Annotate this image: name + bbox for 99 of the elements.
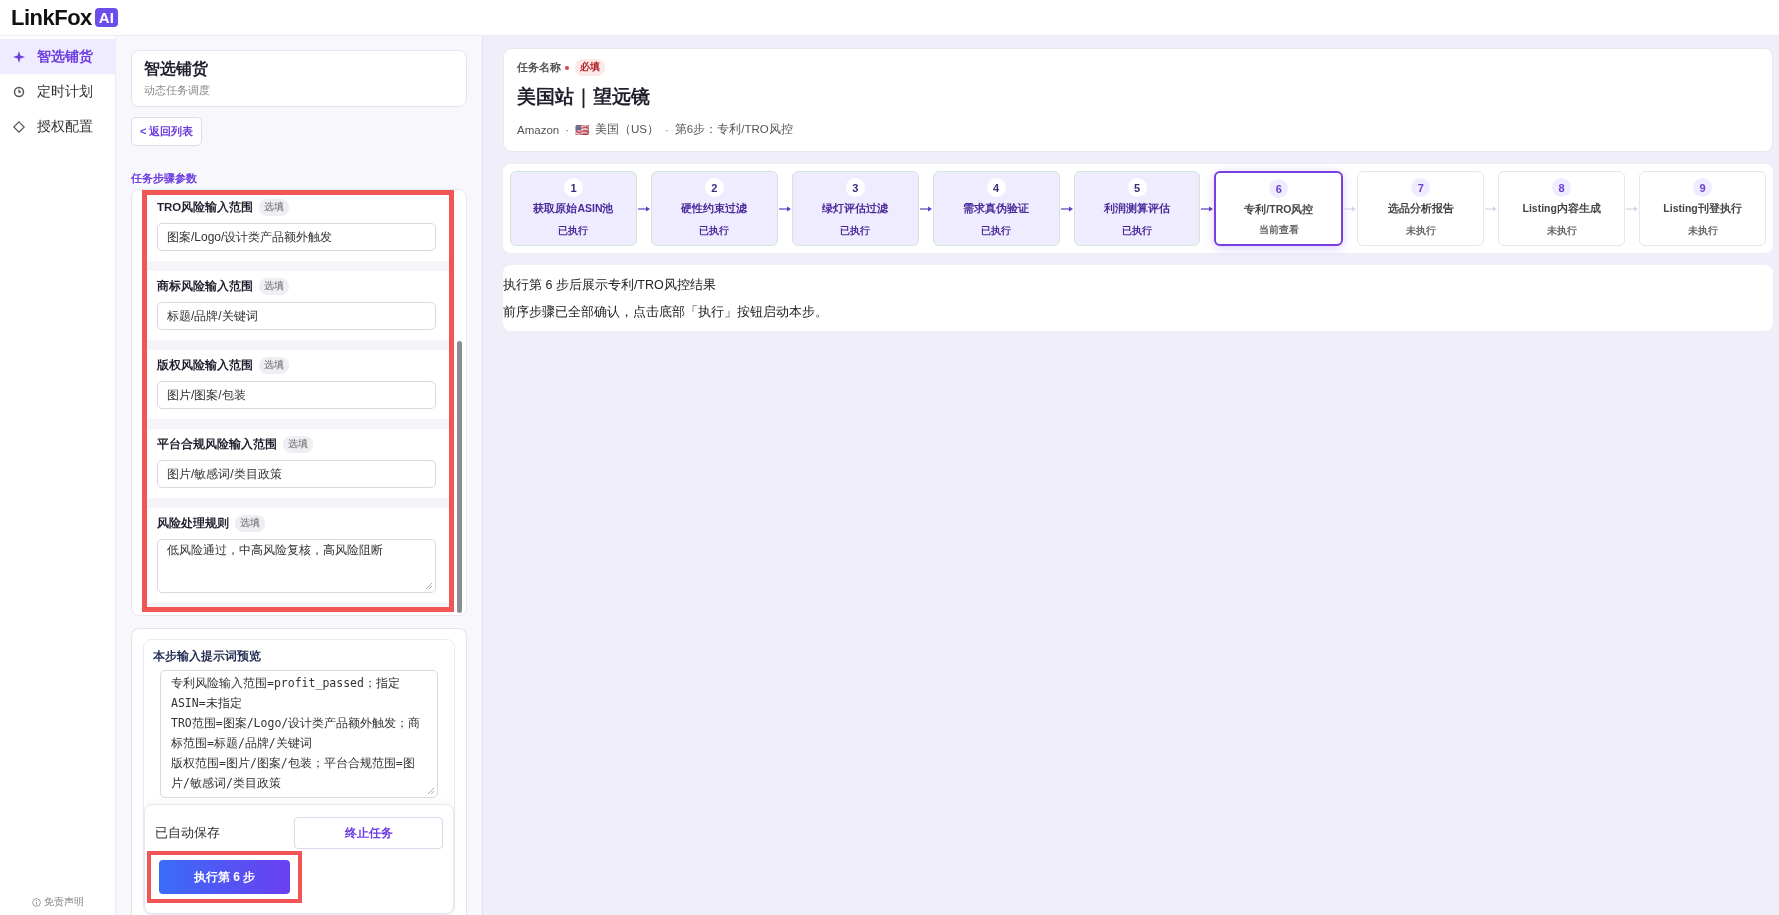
resize-grip-icon[interactable] — [425, 582, 432, 589]
step-status: 已执行 — [699, 225, 730, 238]
optional-tag: 选填 — [283, 436, 313, 453]
preview-line: ASIN=未指定 — [171, 695, 242, 712]
step-title: 获取原始ASIN池 — [533, 202, 614, 216]
step-status: 已执行 — [840, 225, 871, 238]
preview-line: 片/敏感词/类目政策 — [171, 775, 281, 792]
separator-dot: · — [665, 123, 669, 136]
textarea-field[interactable]: 低风险通过，中高风险复核，高风险阻断 — [157, 539, 436, 593]
step-status: 当前查看 — [1258, 224, 1299, 237]
step-status: 未执行 — [1546, 225, 1577, 238]
sparkle-icon — [13, 50, 25, 63]
step-card[interactable]: 5 利润测算评估 已执行 — [1073, 171, 1201, 246]
step-card[interactable]: 3 绿灯评估过滤 已执行 — [791, 171, 919, 246]
step-title: 专利/TRO风控 — [1244, 203, 1314, 217]
meta-text: 美国（US） — [595, 122, 659, 137]
info-icon — [31, 897, 41, 907]
flag-icon: 🇺🇸 — [575, 122, 590, 137]
step-title: Listing内容生成 — [1522, 202, 1601, 216]
arrow-icon — [1200, 204, 1215, 213]
arrow-icon — [777, 204, 792, 213]
preview-line: 版权范围=图片/图案/包装；平台合规范围=图 — [171, 755, 415, 772]
run-step-button[interactable]: 执行第 6 步 — [159, 860, 290, 894]
required-tag: 必填 — [575, 59, 605, 76]
step-card[interactable]: 1 获取原始ASIN池 已执行 — [510, 171, 637, 246]
step-number: 6 — [1269, 179, 1289, 198]
step-status: 已执行 — [1122, 225, 1152, 238]
task-name: 美国站｜望远镜 — [517, 85, 651, 110]
input-field[interactable]: 图片/敏感词/类目政策 — [157, 460, 436, 488]
optional-tag: 选填 — [259, 199, 290, 216]
step-title: Listing刊登执行 — [1663, 202, 1742, 216]
step-title: 选品分析报告 — [1387, 202, 1454, 216]
scrollbar-thumb[interactable] — [457, 341, 462, 613]
field-label: TRO风险输入范围 — [157, 200, 254, 215]
step-card[interactable]: 8 Listing内容生成 未执行 — [1498, 171, 1626, 246]
arrow-icon — [918, 204, 933, 213]
step-number: 5 — [1127, 178, 1147, 197]
panel-title: 智选铺货 — [144, 59, 209, 80]
step-card[interactable]: 7 选品分析报告 未执行 — [1357, 171, 1485, 246]
step-title: 利润测算评估 — [1104, 202, 1170, 216]
autosave-status: 已自动保存 — [155, 824, 220, 842]
clock-icon — [13, 85, 25, 98]
step-status: 已执行 — [558, 225, 589, 238]
required-dot — [565, 65, 569, 70]
step-title: 需求真伪验证 — [963, 202, 1030, 216]
step-card[interactable]: 9 Listing刊登执行 未执行 — [1639, 171, 1766, 246]
field-label: 风险处理规则 — [157, 516, 229, 531]
preview-title: 本步输入提示词预览 — [153, 649, 262, 664]
logo-badge: AI — [94, 8, 118, 27]
logo-text: LinkFox — [11, 4, 92, 31]
field-label: 商标风险输入范围 — [157, 279, 253, 294]
disclaimer-link[interactable]: 免责声明 — [43, 895, 84, 909]
optional-tag: 选填 — [259, 278, 289, 295]
stop-task-button[interactable]: 终止任务 — [294, 817, 443, 849]
panel-subtitle: 动态任务调度 — [144, 83, 211, 98]
preview-line: 专利风险输入范围=profit_passed；指定 — [171, 675, 400, 692]
step-card[interactable]: 6 专利/TRO风控 当前查看 — [1214, 171, 1344, 246]
arrow-icon — [636, 204, 651, 213]
optional-tag: 选填 — [235, 515, 265, 532]
step-card[interactable]: 4 需求真伪验证 已执行 — [932, 171, 1060, 246]
meta-text: Amazon — [517, 123, 560, 136]
step-number: 1 — [563, 178, 583, 197]
input-field[interactable]: 图片/图案/包装 — [157, 381, 436, 409]
back-button[interactable]: < 返回列表 — [131, 117, 203, 146]
result-title: 执行第 6 步后展示专利/TRO风控结果 — [503, 277, 717, 294]
arrow-icon — [1484, 204, 1499, 213]
meta-text: 第6步：专利/TRO风控 — [674, 122, 793, 137]
arrow-icon — [1343, 204, 1358, 213]
field-label: 平台合规风险输入范围 — [157, 437, 277, 452]
preview-line: TRO范围=图案/Logo/设计类产品额外触发；商 — [171, 715, 421, 732]
step-number: 4 — [986, 178, 1006, 197]
step-number: 7 — [1411, 178, 1431, 197]
arrow-icon — [1625, 204, 1640, 213]
sidebar-item[interactable]: 授权配置 — [0, 109, 115, 144]
diamond-icon — [13, 120, 25, 133]
sidebar-item[interactable]: 智选铺货 — [0, 39, 115, 74]
step-title: 绿灯评估过滤 — [822, 202, 889, 216]
step-number: 9 — [1693, 178, 1713, 197]
step-status: 未执行 — [1687, 225, 1718, 238]
sidebar-item[interactable]: 定时计划 — [0, 74, 115, 109]
section-title: 任务步骤参数 — [131, 171, 198, 186]
preview-line: 标范围=标题/品牌/关键词 — [171, 735, 312, 752]
step-title: 硬性约束过滤 — [681, 202, 748, 216]
step-number: 3 — [845, 178, 865, 197]
optional-tag: 选填 — [259, 357, 289, 374]
step-number: 8 — [1552, 178, 1572, 197]
step-status: 未执行 — [1405, 225, 1436, 238]
field-label: 版权风险输入范围 — [157, 358, 253, 373]
arrow-icon — [1059, 204, 1074, 213]
step-card[interactable]: 2 硬性约束过滤 已执行 — [650, 171, 778, 246]
input-field[interactable]: 标题/品牌/关键词 — [157, 302, 436, 330]
step-number: 2 — [704, 178, 724, 197]
result-message: 前序步骤已全部确认，点击底部「执行」按钮启动本步。 — [503, 304, 829, 321]
task-name-label: 任务名称 — [517, 60, 561, 75]
resize-grip-icon[interactable] — [427, 787, 434, 794]
input-field[interactable]: 图案/Logo/设计类产品额外触发 — [157, 223, 436, 251]
step-status: 已执行 — [981, 225, 1012, 238]
prompt-preview-field[interactable]: 专利风险输入范围=profit_passed；指定 ASIN=未指定 TRO范围=图案/Logo/设计类产品额外触发；商 标范围=标题/品牌/关键词 版权范围=图片/图案/包装；平台合规范围=图 片/敏感词/类目政策 — [160, 670, 438, 798]
separator-dot: · — [565, 123, 570, 136]
